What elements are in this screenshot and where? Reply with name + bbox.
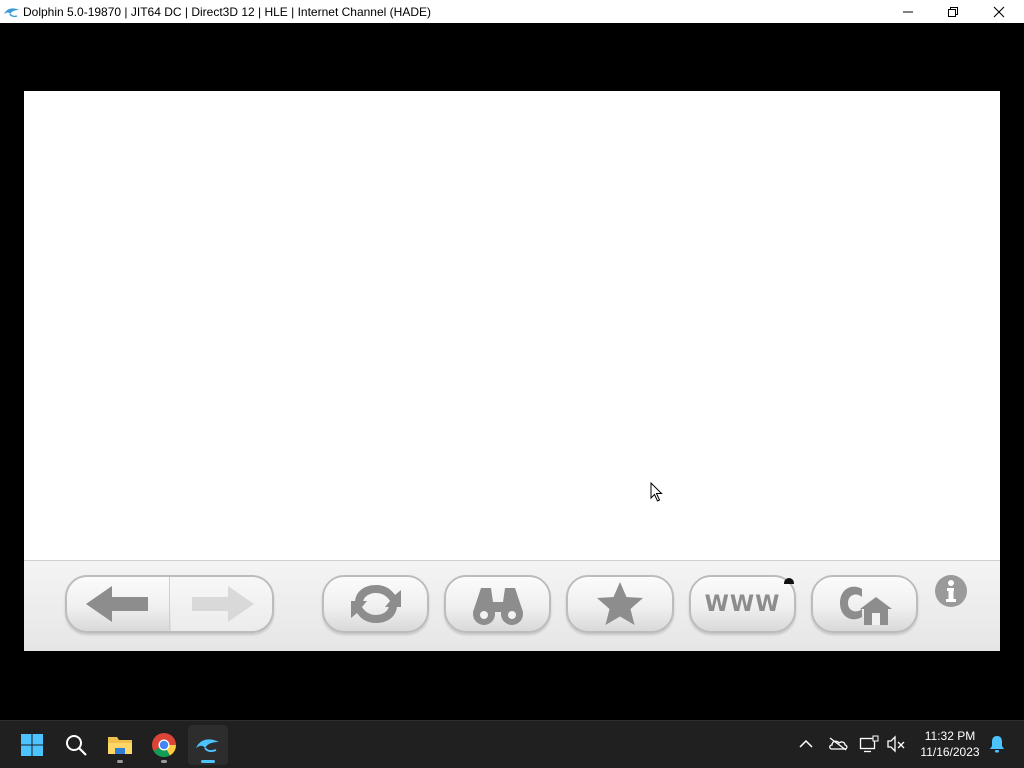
- chrome-icon: [152, 733, 176, 758]
- home-icon: [839, 586, 892, 625]
- onedrive-tray-button[interactable]: [827, 733, 849, 755]
- restore-icon: [948, 6, 958, 17]
- taskbar-search-button[interactable]: [56, 725, 96, 765]
- minimize-icon: [903, 11, 913, 12]
- dolphin-icon: [196, 739, 219, 753]
- window-title: Dolphin 5.0-19870 | JIT64 DC | Direct3D …: [23, 4, 431, 19]
- start-page-button[interactable]: [811, 575, 918, 633]
- running-indicator: [161, 760, 167, 763]
- internet-channel-screen[interactable]: WWW: [24, 91, 1000, 651]
- volume-muted-icon: [887, 735, 905, 753]
- taskbar: 11:32 PM 11/16/2023: [0, 720, 1024, 768]
- show-hidden-icons-button[interactable]: [795, 733, 817, 755]
- web-address-button[interactable]: WWW: [689, 575, 796, 633]
- file-explorer-button[interactable]: [100, 725, 140, 765]
- pointer-marker: [784, 578, 794, 584]
- taskbar-clock[interactable]: 11:32 PM 11/16/2023: [912, 728, 988, 760]
- maximize-button[interactable]: [930, 0, 976, 23]
- windows-icon: [21, 734, 43, 756]
- minimize-button[interactable]: [885, 0, 931, 23]
- forward-button[interactable]: [171, 577, 272, 631]
- navigation-buttons: [65, 575, 274, 633]
- search-button[interactable]: [444, 575, 551, 633]
- browser-toolbar: WWW: [24, 560, 1000, 651]
- volume-tray-button[interactable]: [885, 733, 907, 755]
- folder-icon: [108, 737, 132, 754]
- chevron-up-icon: [799, 739, 813, 748]
- binoculars-icon: [472, 588, 523, 625]
- network-tray-button[interactable]: [858, 733, 880, 755]
- close-button[interactable]: [976, 0, 1022, 23]
- notifications-button[interactable]: [986, 733, 1008, 755]
- network-icon: [859, 735, 879, 753]
- reload-button[interactable]: [322, 575, 429, 633]
- running-indicator: [117, 760, 123, 763]
- dolphin-taskbar-button[interactable]: [188, 725, 228, 765]
- clock-time: 11:32 PM: [924, 729, 976, 743]
- active-indicator: [201, 760, 215, 763]
- search-icon: [66, 735, 87, 756]
- clock-date: 11/16/2023: [920, 745, 980, 759]
- game-viewport[interactable]: WWW: [0, 23, 1024, 720]
- start-button[interactable]: [12, 725, 52, 765]
- favorites-button[interactable]: [566, 575, 674, 633]
- arrow-right-icon: [191, 586, 254, 622]
- dolphin-app-icon: [4, 7, 19, 17]
- chrome-button[interactable]: [144, 725, 184, 765]
- close-icon: [993, 6, 1005, 17]
- star-icon: [597, 582, 643, 625]
- back-button[interactable]: [67, 577, 170, 631]
- info-icon[interactable]: [932, 574, 970, 608]
- title-bar: Dolphin 5.0-19870 | JIT64 DC | Direct3D …: [0, 0, 1024, 23]
- reload-icon: [350, 585, 401, 623]
- mouse-cursor-icon: [650, 482, 663, 502]
- www-icon: WWW: [704, 591, 781, 617]
- onedrive-icon: [829, 737, 848, 751]
- arrow-left-icon: [86, 586, 148, 622]
- bell-icon: [990, 736, 1004, 753]
